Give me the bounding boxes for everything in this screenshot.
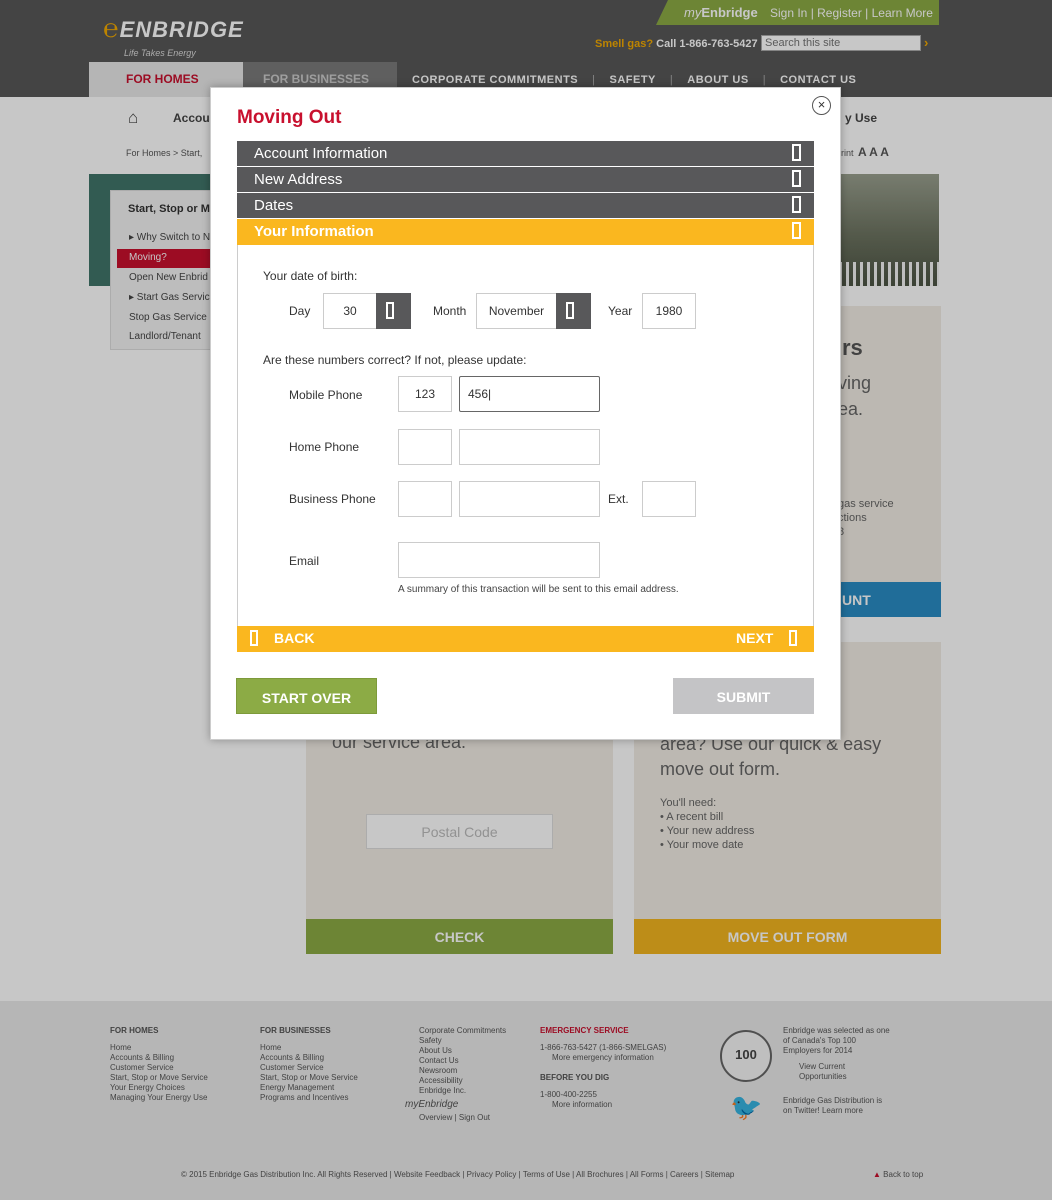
month-dropdown-button[interactable] [556,293,591,329]
expand-icon [792,196,801,213]
mobile-phone-label: Mobile Phone [289,388,363,402]
chevron-down-icon [566,302,574,319]
day-label: Day [289,304,311,318]
home-phone-label: Home Phone [289,440,360,454]
section-new-address[interactable]: New Address [237,167,814,192]
next-button[interactable]: NEXT [736,630,798,646]
mobile-number-field[interactable]: 456| [459,376,600,412]
home-area-code-field[interactable] [398,429,452,465]
back-button[interactable]: BACK [250,630,314,646]
home-number-field[interactable] [459,429,600,465]
business-number-field[interactable] [459,481,600,517]
email-field[interactable] [398,542,600,578]
step-navigation-bar [237,626,814,652]
close-icon[interactable]: × [812,96,831,115]
dob-label: Your date of birth: [263,269,358,283]
expand-icon [792,144,801,161]
chevron-down-icon [386,302,394,319]
month-label: Month [433,304,467,318]
year-field[interactable]: 1980 [642,293,696,329]
section-your-information[interactable]: Your Information [237,219,814,245]
month-select[interactable]: November [476,293,557,329]
start-over-button[interactable]: START OVER [236,678,377,714]
email-label: Email [289,554,320,568]
section-account-information[interactable]: Account Information [237,141,814,166]
dialog-title: Moving Out [237,107,342,128]
chevron-left-icon [250,630,258,646]
section-dates[interactable]: Dates [237,193,814,218]
collapse-icon [792,222,801,239]
day-select[interactable]: 30 [323,293,377,329]
email-summary-note: A summary of this transaction will be se… [398,584,679,595]
chevron-right-icon [789,630,798,646]
business-ext-field[interactable] [642,481,696,517]
year-label: Year [608,304,633,318]
submit-button[interactable]: SUBMIT [673,678,814,714]
ext-label: Ext. [608,492,629,506]
day-dropdown-button[interactable] [376,293,411,329]
business-area-code-field[interactable] [398,481,452,517]
numbers-prompt: Are these numbers correct? If not, pleas… [263,353,527,367]
mobile-area-code-field[interactable]: 123 [398,376,452,412]
business-phone-label: Business Phone [289,492,376,506]
expand-icon [792,170,801,187]
